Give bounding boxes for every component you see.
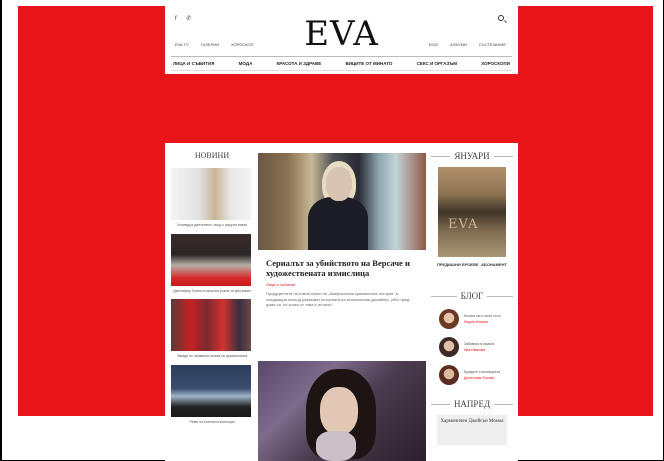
content-area: НОВИНИ Холивуд в дантелено: лица с ажурн… xyxy=(165,143,518,461)
news-thumbnail[interactable] xyxy=(171,299,251,351)
news-item[interactable]: Звезди по червения килим на церемонията xyxy=(171,299,253,359)
top-link[interactable]: ГАЛЕРИИ xyxy=(201,42,219,47)
nav-divider xyxy=(171,70,512,71)
blog-text[interactable]: Забавата в зимата Ива Иванова xyxy=(464,342,494,352)
portrait-sweater xyxy=(316,431,356,461)
blog-item[interactable]: Косата ми и моят стил Мария Илиева xyxy=(439,309,513,329)
news-item[interactable]: Ревю на есенната колекция xyxy=(171,364,253,425)
avatar[interactable] xyxy=(439,309,459,329)
news-thumbnail[interactable] xyxy=(171,233,251,286)
nav-item[interactable]: СЕКС И ОРГАЗЪМ xyxy=(417,61,457,66)
nav-item[interactable]: ЛИЦА И СЪБИТИЯ xyxy=(173,61,214,66)
portrait-face xyxy=(320,387,358,435)
blog-post-title[interactable]: Брадите и колекцията xyxy=(464,370,500,374)
title-rule xyxy=(431,155,451,157)
featured-category[interactable]: Лица и събития xyxy=(266,282,418,287)
blog-author[interactable]: Десислава Тонева xyxy=(464,376,500,381)
nav-item[interactable]: КРАСОТА И ЗДРАВЕ xyxy=(277,61,322,66)
blog-item[interactable]: Брадите и колекцията Десислава Тонева xyxy=(439,365,513,385)
news-title: НОВИНИ xyxy=(194,151,230,160)
magazine-cover[interactable]: EVA xyxy=(438,167,506,257)
blog-title-row: БЛОГ xyxy=(431,291,514,301)
top-link[interactable]: EKID xyxy=(429,42,438,47)
blog-post-title[interactable]: Забавата в зимата xyxy=(464,342,494,346)
title-rule xyxy=(494,403,514,405)
title-rule xyxy=(431,403,450,405)
nav-item[interactable]: ВИЦИТЕ ОТ МИНАТО xyxy=(345,61,392,66)
featured-column: Сериалът за убийството на Версаче и худо… xyxy=(258,153,426,461)
sidebar: ЯНУАРИ EVA ПРЕДИШНИ БРОЕВЕ АБОНАМЕНТ БЛО… xyxy=(431,151,514,445)
nav-item[interactable]: ХОРОСКОПИ xyxy=(481,61,510,66)
avatar[interactable] xyxy=(439,337,459,357)
top-links-right: EKID АЛБУМИ СЪСТЕЗАНИЕ xyxy=(429,42,506,47)
news-caption[interactable]: Холивуд в дантелено: лица с ажурни визии xyxy=(171,223,253,228)
news-item[interactable]: Холивуд в дантелено: лица с ажурни визии xyxy=(171,168,253,228)
issue-title-row: ЯНУАРИ xyxy=(431,151,514,161)
news-column: НОВИНИ Холивуд в дантелено: лица с ажурн… xyxy=(171,151,253,430)
featured-headline[interactable]: Сериалът за убийството на Версаче и худо… xyxy=(266,258,418,278)
featured-image[interactable] xyxy=(258,153,426,250)
next-title: НАПРЕД xyxy=(453,399,491,409)
blog-item[interactable]: Забавата в зимата Ива Иванова xyxy=(439,337,513,357)
news-thumbnail[interactable] xyxy=(171,364,251,417)
avatar[interactable] xyxy=(439,365,459,385)
main-nav: ЛИЦА И СЪБИТИЯ МОДА КРАСОТА И ЗДРАВЕ ВИЦ… xyxy=(173,61,510,66)
issue-title: ЯНУАРИ xyxy=(454,151,490,161)
news-caption[interactable]: Дженифър Лопес в пясъчна рокля за фестив… xyxy=(171,289,253,294)
blog-author[interactable]: Ива Иванова xyxy=(464,348,494,353)
blog-text[interactable]: Брадите и колекцията Десислава Тонева xyxy=(464,370,500,380)
news-thumbnail[interactable] xyxy=(171,168,251,220)
top-link[interactable]: СЪСТЕЗАНИЕ xyxy=(479,42,506,47)
portrait-face xyxy=(326,167,352,201)
cover-logo: EVA xyxy=(448,217,479,232)
title-rule xyxy=(431,295,457,297)
news-caption[interactable]: Звезди по червения килим на церемонията xyxy=(171,354,253,359)
news-caption[interactable]: Ревю на есенната колекция xyxy=(171,420,253,425)
subscribe-link[interactable]: АБОНАМЕНТ xyxy=(481,262,507,267)
portrait-dress xyxy=(308,197,368,250)
top-link[interactable]: ХОРОСКОП xyxy=(231,42,254,47)
top-link[interactable]: АЛБУМИ xyxy=(450,42,467,47)
next-title-row: НАПРЕД xyxy=(431,399,514,409)
news-item[interactable]: Дженифър Лопес в пясъчна рокля за фестив… xyxy=(171,233,253,294)
site-logo[interactable]: EVA xyxy=(165,14,518,54)
cover-links: ПРЕДИШНИ БРОЕВЕ АБОНАМЕНТ xyxy=(437,262,507,267)
previous-issues-link[interactable]: ПРЕДИШНИ БРОЕВЕ xyxy=(437,262,479,267)
blog-text[interactable]: Косата ми и моят стил Мария Илиева xyxy=(464,314,501,324)
blog-post-title[interactable]: Косата ми и моят стил xyxy=(464,314,501,318)
next-teaser[interactable]: Хармоничен Джейсън Момоа xyxy=(437,415,507,445)
title-rule xyxy=(493,155,514,157)
nav-item[interactable]: МОДА xyxy=(239,61,253,66)
site-header: f ✆ EVA EVA TV ГАЛЕРИИ ХОРОСКОП EKID АЛБ… xyxy=(165,6,518,74)
title-rule xyxy=(487,295,514,297)
top-link[interactable]: EVA TV xyxy=(175,42,189,47)
blog-author[interactable]: Мария Илиева xyxy=(464,320,501,325)
second-featured-image[interactable] xyxy=(258,361,426,461)
featured-excerpt: Продуцентите на новия сезон на „Американ… xyxy=(266,291,410,307)
top-links-left: EVA TV ГАЛЕРИИ ХОРОСКОП xyxy=(175,42,254,47)
header-divider xyxy=(171,56,512,57)
blog-title: БЛОГ xyxy=(460,291,484,301)
